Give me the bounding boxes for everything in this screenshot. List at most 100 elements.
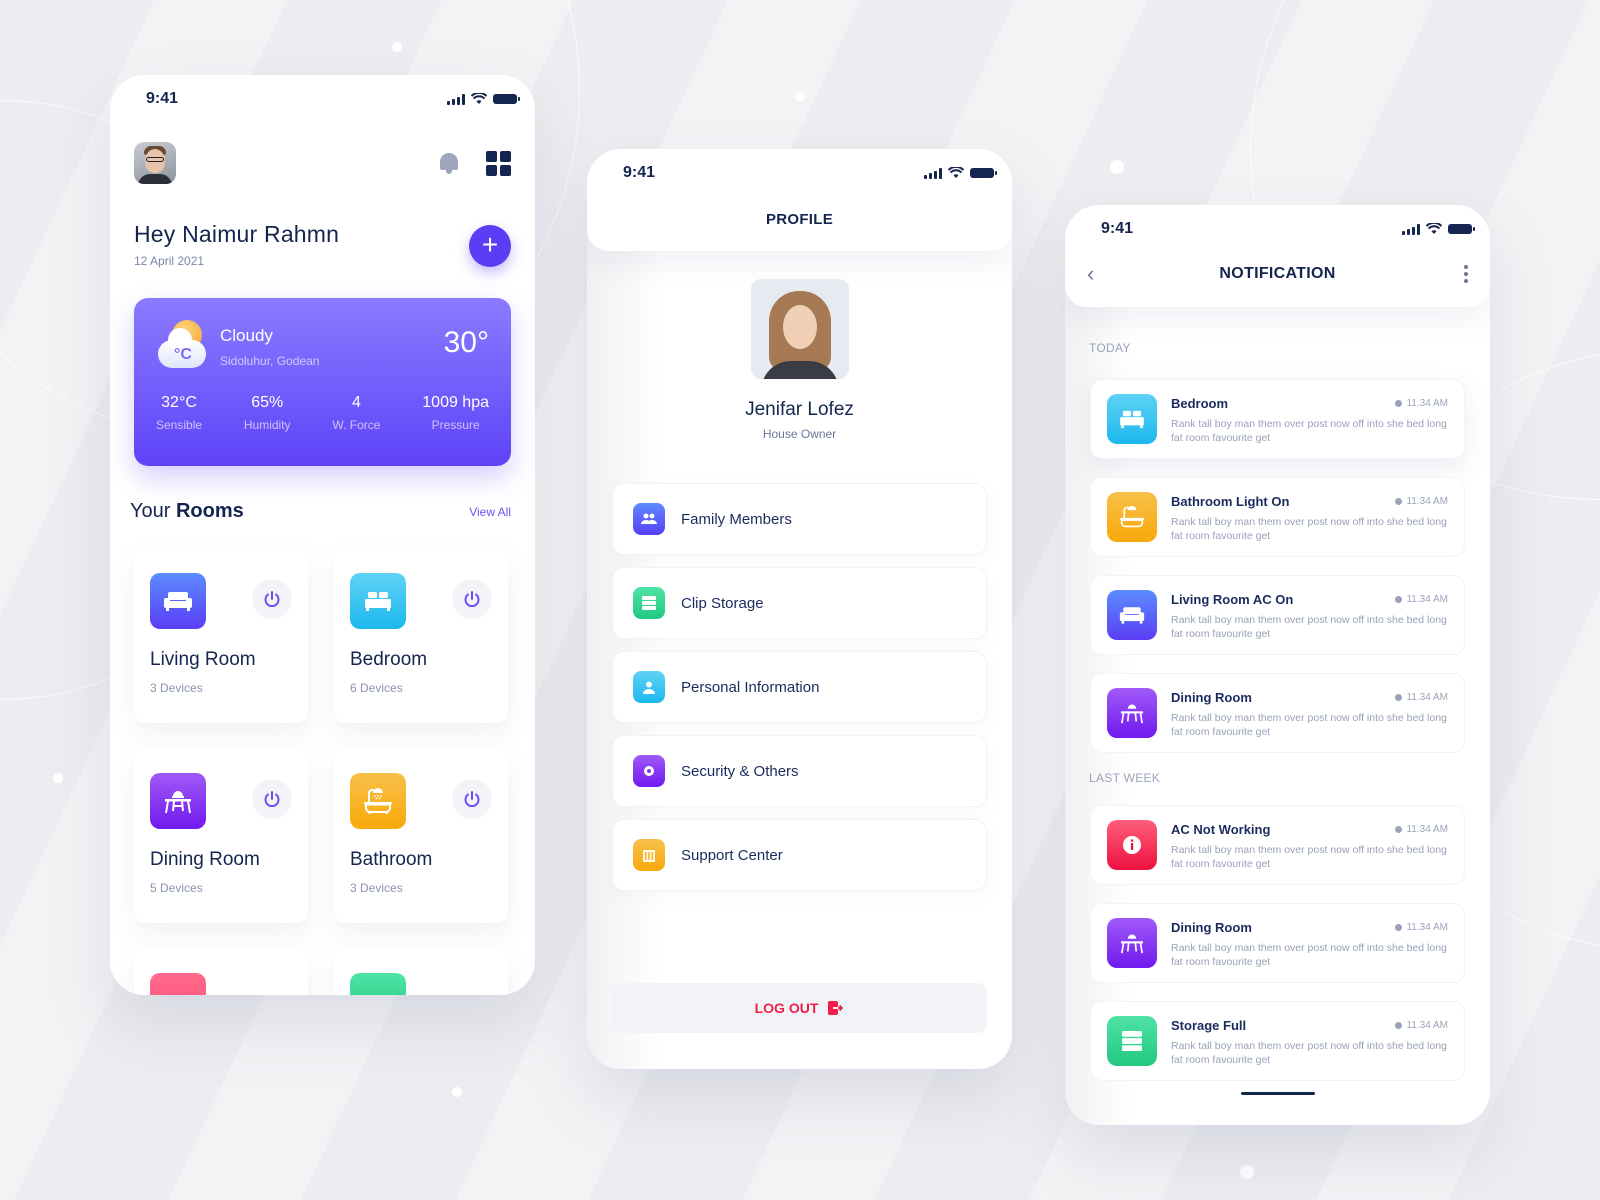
menu-item-label: Security & Others: [681, 762, 799, 780]
notification-time: 11.34 AM: [1395, 692, 1448, 703]
room-card-partial[interactable]: [334, 949, 508, 995]
notification-item[interactable]: Dining Room 11.34 AM Rank tall boy man th…: [1090, 903, 1465, 983]
notification-text: Rank tall boy man them over post now off…: [1171, 516, 1447, 542]
room-icon: [350, 973, 406, 995]
dining-table-icon: [1107, 918, 1157, 968]
room-card-dining-room[interactable]: Dining Room 5 Devices: [134, 749, 308, 923]
section-label-last-week: LAST WEEK: [1089, 771, 1161, 785]
wifi-icon: [1426, 223, 1442, 234]
notification-title: Living Room AC On: [1171, 592, 1294, 607]
signal-icon: [924, 167, 942, 179]
clock-icon: [1395, 826, 1403, 833]
view-all-link[interactable]: View All: [469, 505, 511, 519]
clock-icon: [1395, 1022, 1403, 1029]
notification-screen: 9:41 ‹ NOTIFICATION TODAY Bedroom 11.34 A…: [1065, 205, 1490, 1125]
notification-time: 11.34 AM: [1395, 496, 1448, 507]
notification-title: Dining Room: [1171, 690, 1252, 705]
menu-item-personal-information[interactable]: Personal Information: [612, 651, 987, 723]
sofa-icon: [150, 573, 206, 629]
power-icon: [464, 791, 480, 808]
notification-title: Dining Room: [1171, 920, 1252, 935]
bg-dot: [795, 92, 805, 102]
menu-item-clip-storage[interactable]: Clip Storage: [612, 567, 987, 639]
home-screen: 9:41 Hey Naimur Rahmn 12 April 2021 + °C…: [110, 75, 535, 995]
bed-icon: [1107, 394, 1157, 444]
menu-item-label: Support Center: [681, 846, 783, 864]
clock-icon: [1395, 694, 1403, 701]
room-card-partial[interactable]: [134, 949, 308, 995]
menu-item-security-others[interactable]: Security & Others: [612, 735, 987, 807]
rooms-heading: Your Rooms: [130, 500, 244, 522]
power-icon: [264, 591, 280, 608]
notification-title: Bathroom Light On: [1171, 494, 1290, 509]
battery-icon: [970, 168, 997, 178]
notification-item[interactable]: Dining Room 11.34 AM Rank tall boy man th…: [1090, 673, 1465, 753]
notification-title: Storage Full: [1171, 1018, 1247, 1033]
add-button[interactable]: +: [469, 225, 511, 267]
weather-location: Sidoluhur, Godean: [220, 354, 320, 368]
power-toggle-button[interactable]: [252, 779, 292, 819]
notification-title: Bedroom: [1171, 396, 1229, 411]
page-title: NOTIFICATION: [1219, 265, 1336, 282]
notification-text: Rank tall boy man them over post now off…: [1171, 1040, 1447, 1066]
signal-icon: [1402, 223, 1420, 235]
notification-item[interactable]: AC Not Working 11.34 AM Rank tall boy man…: [1090, 805, 1465, 885]
bg-dot: [53, 773, 63, 783]
back-chevron-icon[interactable]: ‹: [1087, 261, 1107, 287]
bed-icon: [350, 573, 406, 629]
room-name: Dining Room: [150, 849, 260, 870]
signal-icon: [447, 93, 465, 105]
weather-card[interactable]: °C Cloudy Sidoluhur, Godean 30° 32°C Sens…: [134, 298, 511, 466]
notification-text: Rank tall boy man them over post now off…: [1171, 844, 1447, 870]
room-name: Bathroom: [350, 849, 433, 870]
menu-item-label: Family Members: [681, 510, 792, 528]
greeting-date: 12 April 2021: [134, 254, 205, 268]
notification-text: Rank tall boy man them over post now off…: [1171, 614, 1447, 640]
dining-table-icon: [1107, 688, 1157, 738]
clock-icon: [1395, 498, 1403, 505]
bg-dot: [392, 42, 402, 52]
menu-item-support-center[interactable]: Support Center: [612, 819, 987, 891]
grid-menu-icon[interactable]: [486, 150, 511, 176]
building-icon: [633, 839, 665, 871]
notification-item[interactable]: Bathroom Light On 11.34 AM Rank tall boy …: [1090, 477, 1465, 557]
notification-time: 11.34 AM: [1395, 824, 1448, 835]
power-toggle-button[interactable]: [452, 779, 492, 819]
room-name: Living Room: [150, 649, 256, 670]
notification-text: Rank tall boy man them over post now off…: [1171, 418, 1447, 444]
room-devices: 3 Devices: [350, 881, 403, 895]
status-time: 9:41: [623, 164, 656, 181]
more-options-icon[interactable]: [1448, 265, 1468, 283]
weather-condition: Cloudy: [220, 326, 273, 345]
weather-stat: 32°C Sensible: [156, 394, 203, 432]
user-avatar[interactable]: [134, 142, 176, 184]
weather-stat: 1009 hpa Pressure: [422, 394, 489, 432]
notification-time: 11.34 AM: [1395, 594, 1448, 605]
power-toggle-button[interactable]: [452, 579, 492, 619]
logout-button[interactable]: LOG OUT: [612, 983, 987, 1033]
notification-time: 11.34 AM: [1395, 398, 1448, 409]
weather-temperature: 30°: [443, 326, 489, 359]
user-icon: [633, 671, 665, 703]
notification-item[interactable]: Bedroom 11.34 AM Rank tall boy man them o…: [1090, 379, 1465, 459]
weather-stat: 4 W. Force: [332, 394, 381, 432]
room-card-living-room[interactable]: Living Room 3 Devices: [134, 549, 308, 723]
menu-item-family-members[interactable]: Family Members: [612, 483, 987, 555]
status-time: 9:41: [146, 90, 179, 107]
notification-title: AC Not Working: [1171, 822, 1271, 837]
profile-photo[interactable]: [750, 279, 849, 379]
bathtub-icon: [1107, 492, 1157, 542]
battery-icon: [1448, 224, 1475, 234]
room-card-bathroom[interactable]: Bathroom 3 Devices: [334, 749, 508, 923]
greeting-title: Hey Naimur Rahmn: [134, 221, 340, 247]
clock-icon: [1395, 596, 1403, 603]
bell-icon[interactable]: [438, 151, 460, 175]
room-card-bedroom[interactable]: Bedroom 6 Devices: [334, 549, 508, 723]
notification-time: 11.34 AM: [1395, 1020, 1448, 1031]
notification-text: Rank tall boy man them over post now off…: [1171, 942, 1447, 968]
notification-time: 11.34 AM: [1395, 922, 1448, 933]
logout-icon: [828, 1001, 844, 1015]
notification-item[interactable]: Storage Full 11.34 AM Rank tall boy man t…: [1090, 1001, 1465, 1081]
notification-item[interactable]: Living Room AC On 11.34 AM Rank tall boy …: [1090, 575, 1465, 655]
power-toggle-button[interactable]: [252, 579, 292, 619]
